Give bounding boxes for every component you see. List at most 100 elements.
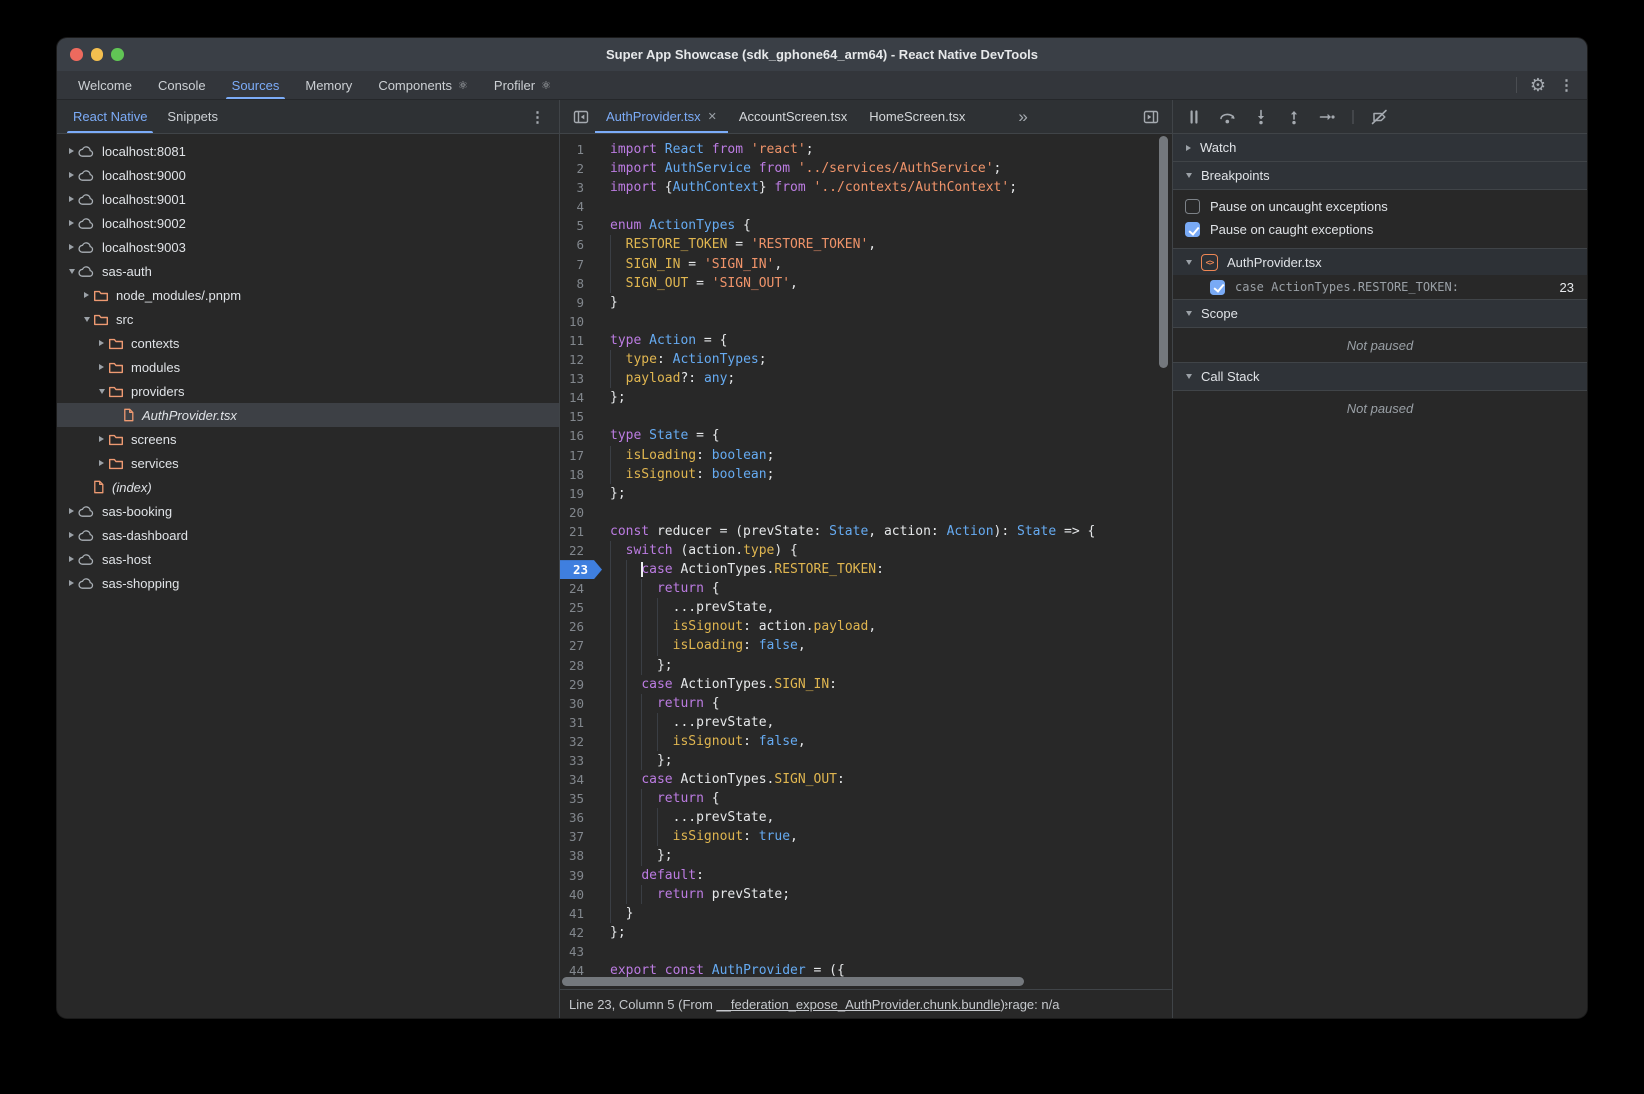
close-window-button[interactable]: [70, 48, 83, 61]
tree-item-screens[interactable]: screens: [57, 427, 559, 451]
tree-item-modules[interactable]: modules: [57, 355, 559, 379]
close-tab-icon[interactable]: ✕: [708, 110, 717, 123]
code-line[interactable]: [602, 312, 1172, 331]
editor-tab-homescreen-tsx[interactable]: HomeScreen.tsx: [858, 100, 976, 133]
code-line[interactable]: type Action = {: [602, 331, 1172, 350]
gutter-line[interactable]: 29: [560, 675, 602, 694]
gutter-line[interactable]: 9: [560, 293, 602, 312]
tree-expand-arrow-icon[interactable]: [95, 340, 108, 346]
tree-item-sas-shopping[interactable]: sas-shopping: [57, 571, 559, 595]
code-line[interactable]: const reducer = (prevState: State, actio…: [602, 522, 1172, 541]
gutter-line[interactable]: 35: [560, 789, 602, 808]
tree-expand-arrow-icon[interactable]: [65, 220, 78, 226]
code-line[interactable]: };: [602, 656, 1172, 675]
tree-expand-arrow-icon[interactable]: [65, 148, 78, 154]
code-line[interactable]: switch (action.type) {: [602, 541, 1172, 560]
gutter-line[interactable]: 10: [560, 312, 602, 331]
main-tab-profiler[interactable]: Profiler⚛: [481, 71, 564, 99]
code-line[interactable]: };: [602, 751, 1172, 770]
code-line[interactable]: enum ActionTypes {: [602, 216, 1172, 235]
gutter-line[interactable]: 30: [560, 694, 602, 713]
navigator-tab-snippets[interactable]: Snippets: [157, 100, 228, 133]
tree-item-localhost-9003[interactable]: localhost:9003: [57, 235, 559, 259]
code-line[interactable]: [602, 197, 1172, 216]
code-line[interactable]: };: [602, 846, 1172, 865]
step-over-icon[interactable]: [1219, 109, 1236, 125]
code-line[interactable]: payload?: any;: [602, 369, 1172, 388]
tree-item-providers[interactable]: providers: [57, 379, 559, 403]
gutter-line[interactable]: 26: [560, 617, 602, 636]
checkbox-checked[interactable]: [1185, 222, 1200, 237]
code-line[interactable]: };: [602, 388, 1172, 407]
tree-item-sas-booking[interactable]: sas-booking: [57, 499, 559, 523]
code-line[interactable]: isSignout: true,: [602, 827, 1172, 846]
zoom-window-button[interactable]: [111, 48, 124, 61]
pause-icon[interactable]: [1186, 109, 1202, 125]
tree-item-localhost-9000[interactable]: localhost:9000: [57, 163, 559, 187]
gutter-line[interactable]: 13: [560, 369, 602, 388]
navigator-tab-react-native[interactable]: React Native: [63, 100, 157, 133]
tree-item-services[interactable]: services: [57, 451, 559, 475]
main-tab-memory[interactable]: Memory: [292, 71, 365, 99]
gutter-line[interactable]: 28: [560, 656, 602, 675]
tree-expand-arrow-icon[interactable]: [95, 436, 108, 442]
code-line[interactable]: type: ActionTypes;: [602, 350, 1172, 369]
gutter-line[interactable]: 22: [560, 541, 602, 560]
gutter-line[interactable]: 21: [560, 522, 602, 541]
tree-expand-arrow-icon[interactable]: [95, 364, 108, 370]
main-tab-components[interactable]: Components⚛: [365, 71, 481, 99]
minimize-window-button[interactable]: [91, 48, 104, 61]
breakpoint-entry[interactable]: case ActionTypes.RESTORE_TOKEN:23: [1173, 275, 1587, 300]
gutter-line[interactable]: 32: [560, 732, 602, 751]
code-line[interactable]: };: [602, 484, 1172, 503]
vertical-scrollbar[interactable]: [1159, 136, 1168, 368]
gutter-line[interactable]: 8: [560, 274, 602, 293]
tree-item-sas-auth[interactable]: sas-auth: [57, 259, 559, 283]
gutter-line[interactable]: 11: [560, 331, 602, 350]
tree-item-index[interactable]: (index): [57, 475, 559, 499]
gutter-line[interactable]: 34: [560, 770, 602, 789]
code-line[interactable]: case ActionTypes.RESTORE_TOKEN:: [602, 560, 1172, 579]
tree-item-sas-host[interactable]: sas-host: [57, 547, 559, 571]
tree-expand-arrow-icon[interactable]: [65, 580, 78, 586]
tree-collapse-arrow-icon[interactable]: [80, 317, 93, 322]
code-line[interactable]: isSignout: false,: [602, 732, 1172, 751]
tree-expand-arrow-icon[interactable]: [65, 196, 78, 202]
tree-expand-arrow-icon[interactable]: [65, 508, 78, 514]
code-line[interactable]: import {AuthContext} from '../contexts/A…: [602, 178, 1172, 197]
tree-collapse-arrow-icon[interactable]: [95, 389, 108, 394]
code-line[interactable]: };: [602, 923, 1172, 942]
deactivate-breakpoints-icon[interactable]: [1371, 109, 1388, 125]
code-line[interactable]: return {: [602, 579, 1172, 598]
gutter-line[interactable]: 18: [560, 465, 602, 484]
code-line[interactable]: ...prevState,: [602, 598, 1172, 617]
code-line[interactable]: import React from 'react';: [602, 140, 1172, 159]
gutter-line[interactable]: 15: [560, 407, 602, 426]
gutter-line[interactable]: 3: [560, 178, 602, 197]
tree-item-localhost-9002[interactable]: localhost:9002: [57, 211, 559, 235]
code-line[interactable]: case ActionTypes.SIGN_IN:: [602, 675, 1172, 694]
gutter-line[interactable]: 41: [560, 904, 602, 923]
gutter-line[interactable]: 36: [560, 808, 602, 827]
scope-section-header[interactable]: Scope: [1173, 300, 1587, 328]
code-line[interactable]: }: [602, 904, 1172, 923]
gutter-line[interactable]: 7: [560, 255, 602, 274]
code-line[interactable]: ...prevState,: [602, 713, 1172, 732]
toggle-navigator-icon[interactable]: [567, 100, 595, 133]
gutter-line[interactable]: 1: [560, 140, 602, 159]
settings-gear-icon[interactable]: ⚙: [1530, 76, 1546, 94]
watch-section-header[interactable]: Watch: [1173, 134, 1587, 162]
code-line[interactable]: isLoading: boolean;: [602, 446, 1172, 465]
tree-expand-arrow-icon[interactable]: [65, 244, 78, 250]
exception-toggle-pause-on-uncaught-exceptions[interactable]: Pause on uncaught exceptions: [1173, 195, 1587, 218]
gutter-line[interactable]: 33: [560, 751, 602, 770]
tree-item-localhost-8081[interactable]: localhost:8081: [57, 139, 559, 163]
code-lines[interactable]: import React from 'react';import AuthSer…: [602, 134, 1172, 989]
code-editor[interactable]: 1234567891011121314151617181920212223242…: [560, 134, 1172, 989]
code-line[interactable]: return {: [602, 789, 1172, 808]
checkbox-checked[interactable]: [1210, 280, 1225, 295]
callstack-section-header[interactable]: Call Stack: [1173, 363, 1587, 391]
toggle-debugger-sidebar-icon[interactable]: [1137, 100, 1165, 133]
horizontal-scrollbar[interactable]: [562, 977, 1024, 986]
gutter-line[interactable]: 43: [560, 942, 602, 961]
